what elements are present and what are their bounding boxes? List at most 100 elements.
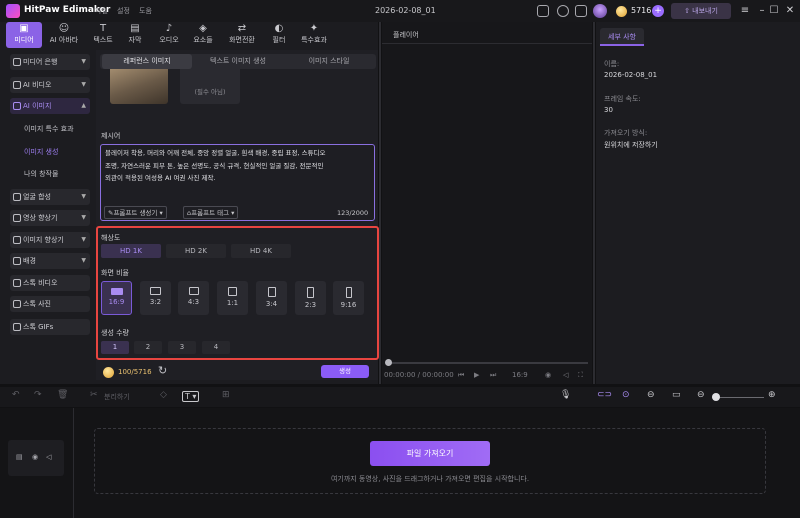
count-2[interactable]: 2 bbox=[134, 341, 162, 354]
volume-icon[interactable]: ◁ bbox=[563, 371, 568, 379]
filter-icon: ◐ bbox=[274, 23, 284, 34]
sidebar-item-face-swap[interactable]: 얼굴 합성 ▼ bbox=[10, 189, 90, 205]
redo-icon[interactable]: ↷ bbox=[34, 390, 42, 400]
shield-icon[interactable]: ◇ bbox=[160, 390, 167, 400]
zoom-out-icon[interactable]: ⊖ bbox=[697, 390, 705, 400]
resolution-hd1k[interactable]: HD 1K bbox=[101, 244, 161, 258]
close-icon[interactable]: ✕ bbox=[782, 3, 798, 19]
next-frame-icon[interactable]: ⏭ bbox=[490, 371, 496, 380]
sidebar-item-stock-gifs[interactable]: 스톡 GIFs bbox=[10, 319, 90, 335]
speaker-icon[interactable]: ◁ bbox=[46, 453, 51, 461]
count-label: 생성 수량 bbox=[101, 329, 129, 337]
link-icon[interactable]: ⊙ bbox=[622, 390, 630, 400]
tool-subtitle[interactable]: ▤ 자막 bbox=[120, 22, 150, 48]
fit-icon[interactable]: ▭ bbox=[672, 390, 681, 400]
tab-details[interactable]: 세부 사항 bbox=[600, 28, 644, 46]
track-layer-icon[interactable]: ▤ bbox=[16, 453, 23, 461]
sidebar-sub-image-generate[interactable]: 이미지 생성 bbox=[24, 147, 58, 157]
project-name: 2026-02-08_01 bbox=[375, 6, 436, 15]
sidebar-item-video-enhancer[interactable]: 영상 향상기 ▼ bbox=[10, 210, 90, 226]
gif-icon bbox=[13, 323, 21, 331]
prompt-tag-button[interactable]: ⌂프롬프트 태그 ▾ bbox=[183, 206, 239, 219]
tool-effects[interactable]: ✦ 특수효과 bbox=[296, 22, 332, 48]
chain-icon[interactable]: ⊖ bbox=[647, 390, 655, 400]
tool-elements[interactable]: ◈ 요소들 bbox=[187, 22, 219, 48]
tab-image-style[interactable]: 이미지 스타일 bbox=[284, 54, 374, 69]
aspect-1-1[interactable]: 1:1 bbox=[217, 281, 248, 315]
refresh-icon[interactable]: ↻ bbox=[158, 364, 167, 377]
player-scrubber[interactable] bbox=[386, 362, 588, 364]
elements-icon: ◈ bbox=[199, 23, 207, 34]
add-credits-button[interactable]: + bbox=[652, 5, 664, 17]
menu-settings[interactable]: 설정 bbox=[117, 6, 130, 16]
aspect-16-9[interactable]: 16:9 bbox=[101, 281, 132, 315]
prompt-generator-button[interactable]: ✎프롬프트 생성기 ▾ bbox=[104, 206, 167, 219]
download-icon[interactable] bbox=[557, 5, 569, 17]
sidebar-item-stock-photo[interactable]: 스톡 사진 bbox=[10, 296, 90, 312]
menu-icon[interactable]: ≡ bbox=[737, 3, 753, 19]
text-tool-icon[interactable]: T ▾ bbox=[182, 391, 200, 402]
generation-cost: 100/5716 bbox=[118, 368, 152, 376]
play-icon[interactable]: ▶ bbox=[474, 371, 479, 379]
prompt-label: 제시어 bbox=[101, 132, 121, 140]
effects-icon: ✦ bbox=[309, 23, 319, 34]
sidebar-sub-image-effects[interactable]: 이미지 특수 효과 bbox=[24, 124, 74, 134]
tool-audio[interactable]: ♪ 오디오 bbox=[153, 22, 185, 48]
tab-text-to-image[interactable]: 텍스트 이미지 생성 bbox=[193, 54, 283, 69]
sidebar-item-ai-image[interactable]: AI 이미지 ▲ bbox=[10, 98, 90, 114]
sidebar-item-media-bank[interactable]: 미디어 은행 ▼ bbox=[10, 54, 90, 70]
ratio-shape-icon bbox=[228, 287, 237, 296]
split-icon[interactable]: ✂ bbox=[90, 390, 98, 400]
count-4[interactable]: 4 bbox=[202, 341, 230, 354]
aspect-4-3[interactable]: 4:3 bbox=[178, 281, 209, 315]
aspect-2-3[interactable]: 2:3 bbox=[295, 281, 326, 315]
crop-icon[interactable]: ⊞ bbox=[222, 390, 230, 400]
count-3[interactable]: 3 bbox=[168, 341, 196, 354]
sidebar-sub-my-creations[interactable]: 나의 창작물 bbox=[24, 169, 58, 179]
menu-file[interactable]: 파일 bbox=[95, 6, 108, 16]
resolution-hd2k[interactable]: HD 2K bbox=[166, 244, 226, 258]
tool-transition[interactable]: ⇄ 화면전환 bbox=[222, 22, 262, 48]
scrubber-handle[interactable] bbox=[385, 359, 392, 366]
fullscreen-icon[interactable]: ⛶ bbox=[578, 371, 583, 380]
audio-icon: ♪ bbox=[165, 23, 173, 34]
generate-button[interactable]: 생성 bbox=[321, 365, 369, 378]
eye-icon[interactable]: ◉ bbox=[32, 453, 38, 461]
resolution-hd4k[interactable]: HD 4K bbox=[231, 244, 291, 258]
maximize-icon[interactable]: ☐ bbox=[766, 3, 782, 19]
avatar[interactable] bbox=[593, 4, 607, 18]
message-icon[interactable] bbox=[575, 5, 587, 17]
tool-text[interactable]: T 텍스트 bbox=[88, 22, 118, 48]
split-label[interactable]: 분리하기 bbox=[104, 392, 130, 402]
chevron-down-icon: ▼ bbox=[81, 214, 86, 221]
transition-icon: ⇄ bbox=[237, 23, 247, 34]
tab-reference-image[interactable]: 레퍼런스 이미지 bbox=[102, 54, 192, 69]
microphone-icon[interactable]: 🎙 bbox=[560, 390, 571, 400]
magnet-icon[interactable]: ⊂⊃ bbox=[597, 390, 612, 400]
sidebar-item-stock-video[interactable]: 스톡 비디오 bbox=[10, 275, 90, 291]
ai-avatar-icon: ☺ bbox=[58, 23, 70, 34]
delete-icon[interactable]: 🗑 bbox=[57, 390, 68, 400]
import-files-button[interactable]: 파일 가져오기 bbox=[370, 441, 490, 466]
tool-media[interactable]: ▣ 미디어 bbox=[6, 22, 42, 48]
prev-frame-icon[interactable]: ⏮ bbox=[458, 371, 464, 380]
aspect-3-4[interactable]: 3:4 bbox=[256, 281, 287, 315]
aspect-9-16[interactable]: 9:16 bbox=[333, 281, 364, 315]
player-aspect[interactable]: 16:9 bbox=[512, 371, 528, 379]
tool-filter[interactable]: ◐ 필터 bbox=[266, 22, 292, 48]
tool-ai-avatar[interactable]: ☺ AI 아바타 bbox=[44, 22, 84, 48]
camera-icon[interactable]: ◉ bbox=[545, 371, 551, 379]
zoom-slider-handle[interactable] bbox=[712, 393, 720, 401]
layout-icon[interactable] bbox=[537, 5, 549, 17]
sidebar-item-background[interactable]: 배경 ▼ bbox=[10, 253, 90, 269]
menu-help[interactable]: 도움 bbox=[139, 6, 152, 16]
sidebar-item-ai-video[interactable]: AI 비디오 ▼ bbox=[10, 77, 90, 93]
ratio-shape-icon bbox=[307, 287, 314, 298]
undo-icon[interactable]: ↶ bbox=[12, 390, 20, 400]
sidebar-item-image-enhancer[interactable]: 이미지 향상기 ▼ bbox=[10, 232, 90, 248]
zoom-in-icon[interactable]: ⊕ bbox=[768, 390, 776, 400]
aspect-3-2[interactable]: 3:2 bbox=[140, 281, 171, 315]
export-button[interactable]: ⇧ 내보내기 bbox=[671, 3, 731, 19]
count-1[interactable]: 1 bbox=[101, 341, 129, 354]
ratio-shape-icon bbox=[267, 287, 276, 297]
